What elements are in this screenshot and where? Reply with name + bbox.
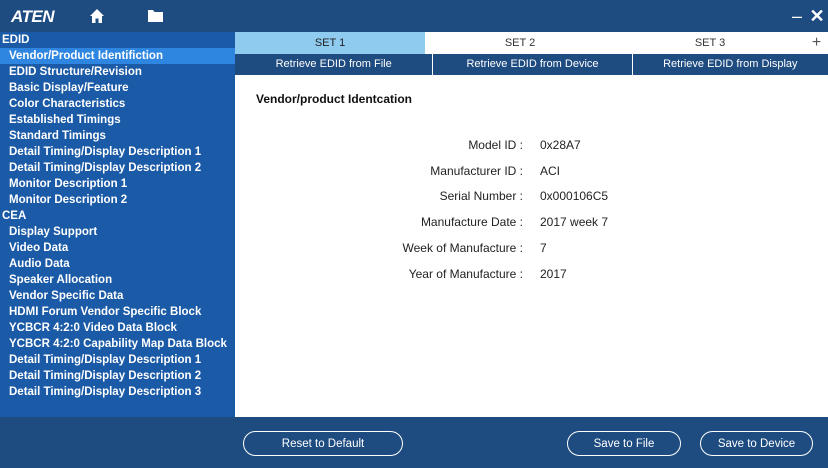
retrieve-from-display-button[interactable]: Retrieve EDID from Display [633, 54, 828, 75]
sidebar-item[interactable]: Monitor Description 2 [0, 192, 235, 208]
field-label: Serial Number : [439, 189, 523, 203]
edid-sidebar: EDID Vendor/Product Identifiction EDID Str… [0, 32, 235, 417]
sidebar-item[interactable]: Established Timings [0, 112, 235, 128]
main-panel: SET 1 SET 2 SET 3 + Retrieve EDID from F… [235, 32, 828, 417]
field-value: 2017 week 7 [540, 215, 609, 229]
sidebar-item[interactable]: Standard Timings [0, 128, 235, 144]
sidebar-item[interactable]: Detail Timing/Display Description 1 [0, 144, 235, 160]
field-row: Year of Manufacture : 2017 [235, 267, 828, 287]
sidebar-item[interactable]: Display Support [0, 224, 235, 240]
sidebar-item[interactable]: Vendor/Product Identifiction [0, 48, 235, 64]
sidebar-item[interactable]: Detail Timing/Display Description 2 [0, 160, 235, 176]
field-row: Manufacture Date : 2017 week 7 [235, 215, 828, 235]
sidebar-item[interactable]: Monitor Description 1 [0, 176, 235, 192]
retrieve-from-file-button[interactable]: Retrieve EDID from File [235, 54, 434, 75]
aten-logo: ATEN [11, 7, 55, 26]
field-value: 2017 [540, 267, 567, 281]
field-value: 0x000106C5 [540, 189, 609, 203]
sidebar-item[interactable]: Audio Data [0, 256, 235, 272]
sidebar-item[interactable]: Speaker Allocation [0, 272, 235, 288]
folder-icon[interactable] [148, 9, 163, 22]
sidebar-section-header[interactable]: CEA [0, 208, 235, 224]
retrieve-from-device-button[interactable]: Retrieve EDID from Device [433, 54, 633, 75]
field-row: Serial Number : 0x000106C5 [235, 189, 828, 209]
sidebar-item[interactable]: Detail Timing/Display Description 2 [0, 368, 235, 384]
section-title: Vendor/product Identcation [256, 92, 413, 106]
sidebar-item[interactable]: Detail Timing/Display Description 1 [0, 352, 235, 368]
sidebar-item[interactable]: Color Characteristics [0, 96, 235, 112]
save-to-device-button[interactable]: Save to Device [700, 431, 813, 456]
field-row: Week of Manufacture : 7 [235, 241, 828, 261]
sidebar-section-header[interactable]: EDID [0, 32, 235, 48]
footer-bar: Reset to Default Save to File Save to De… [0, 417, 828, 468]
field-label: Year of Manufacture : [408, 267, 523, 281]
field-value: 7 [540, 241, 547, 255]
retrieve-toolbar: Retrieve EDID from File Retrieve EDID fr… [235, 54, 828, 75]
title-bar: ATEN – ✕ [0, 0, 828, 32]
sidebar-item[interactable]: YCBCR 4:2:0 Video Data Block [0, 320, 235, 336]
field-row: Model ID : 0x28A7 [235, 138, 828, 158]
minimize-button[interactable]: – [786, 4, 808, 28]
field-value: 0x28A7 [540, 138, 581, 152]
close-button[interactable]: ✕ [806, 4, 828, 28]
add-set-button[interactable]: + [805, 32, 828, 54]
field-label: Manufacture Date : [420, 215, 523, 229]
field-row: Manufacturer ID : ACI [235, 164, 828, 184]
field-label: Model ID : [468, 138, 523, 152]
tab-set-2[interactable]: SET 2 [425, 32, 615, 54]
sidebar-item[interactable]: Basic Display/Feature [0, 80, 235, 96]
sidebar-item[interactable]: Detail Timing/Display Description 3 [0, 384, 235, 400]
sidebar-item[interactable]: YCBCR 4:2:0 Capability Map Data Block [0, 336, 235, 352]
field-label: Week of Manufacture : [402, 241, 523, 255]
tab-set-3[interactable]: SET 3 [615, 32, 805, 54]
sidebar-item[interactable]: EDID Structure/Revision [0, 64, 235, 80]
home-icon[interactable] [89, 8, 105, 24]
sidebar-item[interactable]: HDMI Forum Vendor Specific Block [0, 304, 235, 320]
field-label: Manufacturer ID : [430, 164, 523, 178]
sidebar-item[interactable]: Video Data [0, 240, 235, 256]
sidebar-item[interactable]: Vendor Specific Data [0, 288, 235, 304]
reset-to-default-button[interactable]: Reset to Default [243, 431, 403, 456]
set-tabs: SET 1 SET 2 SET 3 + [235, 32, 828, 55]
save-to-file-button[interactable]: Save to File [567, 431, 681, 456]
tab-set-1[interactable]: SET 1 [235, 32, 425, 54]
field-value: ACI [540, 164, 561, 178]
